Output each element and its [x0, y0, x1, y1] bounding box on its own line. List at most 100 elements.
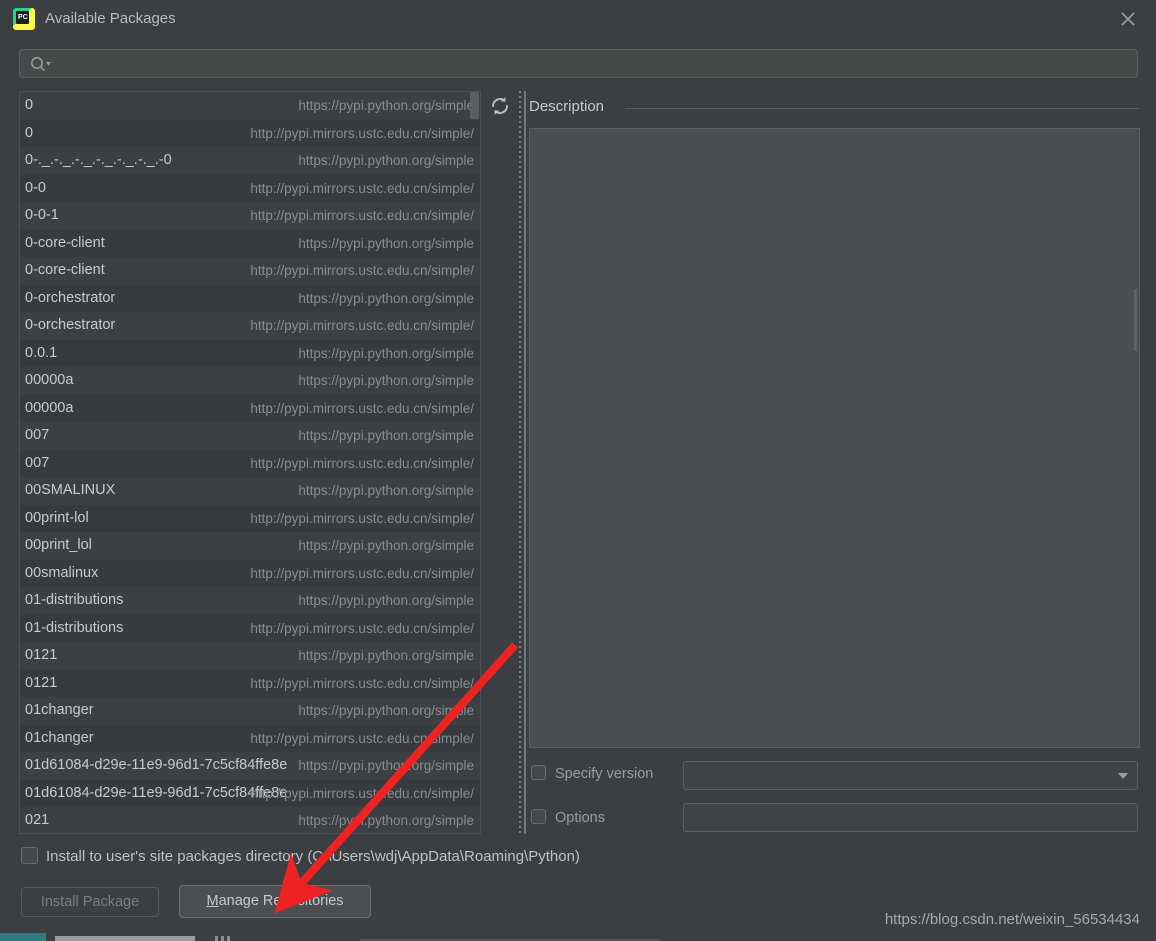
- install-package-button[interactable]: Install Package: [21, 887, 159, 917]
- package-repository-url: http://pypi.mirrors.ustc.edu.cn/simple/: [250, 785, 474, 801]
- package-row[interactable]: 0-0 http://pypi.mirrors.ustc.edu.cn/simpl…: [20, 174, 480, 202]
- package-row[interactable]: 01changer https://pypi.python.org/simple: [20, 697, 480, 725]
- package-row[interactable]: 01-distributions https://pypi.python.org/…: [20, 587, 480, 615]
- package-repository-url: https://pypi.python.org/simple: [298, 373, 474, 388]
- package-repository-url: https://pypi.python.org/simple: [298, 703, 474, 718]
- search-box[interactable]: [19, 49, 1138, 78]
- package-name: 021: [25, 812, 50, 828]
- package-repository-url: http://pypi.mirrors.ustc.edu.cn/simple/: [250, 565, 474, 581]
- package-row[interactable]: 00000a https://pypi.python.org/simple: [20, 367, 480, 395]
- package-row[interactable]: 0-orchestrator http://pypi.mirrors.ustc.e…: [20, 312, 480, 340]
- package-row[interactable]: 00SMALINUX https://pypi.python.org/simple: [20, 477, 480, 505]
- package-name: 01-distributions: [25, 619, 124, 636]
- package-repository-url: http://pypi.mirrors.ustc.edu.cn/simple/: [250, 180, 474, 196]
- package-repository-url: http://pypi.mirrors.ustc.edu.cn/simple/: [250, 620, 474, 636]
- bottom-strip: [0, 933, 1156, 941]
- description-header: Description: [529, 98, 1139, 118]
- package-name: 0.0.1: [25, 344, 58, 361]
- package-name: 00print_lol: [25, 537, 92, 553]
- package-row[interactable]: 00smalinux http://pypi.mirrors.ustc.edu.c…: [20, 559, 480, 587]
- package-repository-url: https://pypi.python.org/simple: [298, 648, 474, 663]
- splitter-dots: [519, 91, 521, 834]
- package-repository-url: http://pypi.mirrors.ustc.edu.cn/simple/: [250, 675, 474, 691]
- package-name: 00print-lol: [25, 509, 89, 526]
- package-row[interactable]: 00print-lol http://pypi.mirrors.ustc.edu.…: [20, 504, 480, 532]
- package-repository-url: https://pypi.python.org/simple: [298, 290, 474, 306]
- package-name: 00SMALINUX: [25, 482, 116, 498]
- options-input[interactable]: [683, 803, 1138, 832]
- refresh-icon[interactable]: [488, 94, 512, 118]
- package-row[interactable]: 0.0.1 https://pypi.python.org/simple: [20, 339, 480, 367]
- package-name: 0121: [25, 674, 58, 691]
- package-repository-url: https://pypi.python.org/simple: [298, 345, 474, 361]
- package-name: 0: [25, 97, 34, 113]
- options-checkbox[interactable]: [531, 809, 546, 824]
- page-title: Available Packages: [45, 10, 176, 27]
- package-name: 0121: [25, 647, 58, 663]
- package-row[interactable]: 0-core-client http://pypi.mirrors.ustc.ed…: [20, 257, 480, 285]
- package-name: 0-orchestrator: [25, 317, 116, 333]
- description-rule: [625, 108, 1139, 109]
- package-name: 00000a: [25, 399, 74, 416]
- package-repository-url: http://pypi.mirrors.ustc.edu.cn/simple/: [250, 510, 474, 526]
- watermark: https://blog.csdn.net/weixin_56534434: [884, 911, 1140, 928]
- package-name: 007: [25, 427, 50, 443]
- pycharm-icon-label: PC: [17, 14, 29, 21]
- specify-version-checkbox[interactable]: [531, 765, 546, 780]
- package-repository-url: https://pypi.python.org/simple: [298, 235, 474, 251]
- package-name: 0-core-client: [25, 234, 105, 251]
- splitter-handle[interactable]: [517, 91, 523, 834]
- package-name: 0-orchestrator: [25, 289, 116, 306]
- package-name: 0-core-client: [25, 262, 105, 278]
- package-row[interactable]: 0 http://pypi.mirrors.ustc.edu.cn/simple/: [20, 119, 480, 147]
- available-packages-dialog: PC Available Packages 0 https://pypi.pyth…: [0, 0, 1156, 941]
- package-row[interactable]: 0121 http://pypi.mirrors.ustc.edu.cn/simp…: [20, 669, 480, 697]
- package-name: 0-0-1: [25, 207, 59, 223]
- package-row[interactable]: 0-orchestrator https://pypi.python.org/si…: [20, 284, 480, 312]
- package-name: 0: [25, 124, 34, 141]
- package-row[interactable]: 01d61084-d29e-11e9-96d1-7c5cf84ffe8e http…: [20, 752, 480, 780]
- package-row[interactable]: 01changer http://pypi.mirrors.ustc.edu.cn…: [20, 724, 480, 752]
- package-list[interactable]: 0 https://pypi.python.org/simple 0 http://p…: [19, 91, 481, 834]
- manage-repositories-button[interactable]: Manage Repositories: [179, 885, 371, 918]
- description-title: Description: [529, 98, 605, 115]
- package-repository-url: https://pypi.python.org/simple: [298, 813, 474, 828]
- description-scrollbar[interactable]: [1134, 289, 1137, 351]
- right-panel-accent: [524, 91, 526, 834]
- package-repository-url: http://pypi.mirrors.ustc.edu.cn/simple/: [250, 400, 474, 416]
- bottom-strip-dots: [215, 936, 231, 941]
- package-row[interactable]: 0121 https://pypi.python.org/simple: [20, 642, 480, 670]
- package-list-scrollbar[interactable]: [470, 92, 479, 833]
- package-repository-url: http://pypi.mirrors.ustc.edu.cn/simple/: [250, 208, 474, 223]
- bottom-strip-accent: [0, 933, 46, 941]
- package-row[interactable]: 00print_lol https://pypi.python.org/simpl…: [20, 532, 480, 560]
- scrollbar-thumb[interactable]: [470, 92, 479, 119]
- package-name: 01d61084-d29e-11e9-96d1-7c5cf84ffe8e: [25, 757, 288, 773]
- search-icon: [30, 56, 52, 73]
- package-name: 00000a: [25, 372, 74, 388]
- package-row[interactable]: 0-core-client https://pypi.python.org/sim…: [20, 229, 480, 257]
- package-repository-url: https://pypi.python.org/simple: [298, 153, 474, 168]
- package-row[interactable]: 01-distributions http://pypi.mirrors.ustc…: [20, 614, 480, 642]
- manage-button-label: anage Repositories: [218, 893, 344, 909]
- package-repository-url: https://pypi.python.org/simple: [298, 538, 474, 553]
- package-row[interactable]: 01d61084-d29e-11e9-96d1-7c5cf84ffe8e http…: [20, 779, 480, 807]
- package-name: 007: [25, 454, 50, 471]
- package-row[interactable]: 007 https://pypi.python.org/simple: [20, 422, 480, 450]
- package-row[interactable]: 021 https://pypi.python.org/simple: [20, 807, 480, 833]
- user-site-checkbox[interactable]: [21, 847, 38, 864]
- package-row[interactable]: 007 http://pypi.mirrors.ustc.edu.cn/simpl…: [20, 449, 480, 477]
- search-input[interactable]: [58, 51, 1128, 76]
- pycharm-icon: PC: [13, 8, 35, 30]
- package-row[interactable]: 0-0-1 http://pypi.mirrors.ustc.edu.cn/sim…: [20, 202, 480, 230]
- chevron-down-icon: [1118, 773, 1128, 779]
- package-repository-url: http://pypi.mirrors.ustc.edu.cn/simple/: [250, 263, 474, 278]
- specify-version-combo[interactable]: [683, 761, 1138, 790]
- package-row[interactable]: 00000a http://pypi.mirrors.ustc.edu.cn/si…: [20, 394, 480, 422]
- package-row[interactable]: 0 https://pypi.python.org/simple: [20, 92, 480, 120]
- package-row[interactable]: 0-._.-._.-._.-._.-._.-._.-0 https://pypi.…: [20, 147, 480, 175]
- user-site-label: Install to user's site packages director…: [46, 848, 580, 865]
- close-icon[interactable]: [1116, 7, 1140, 31]
- specify-version-label: Specify version: [555, 766, 654, 782]
- package-name: 0-._.-._.-._.-._.-._.-._.-0: [25, 152, 172, 168]
